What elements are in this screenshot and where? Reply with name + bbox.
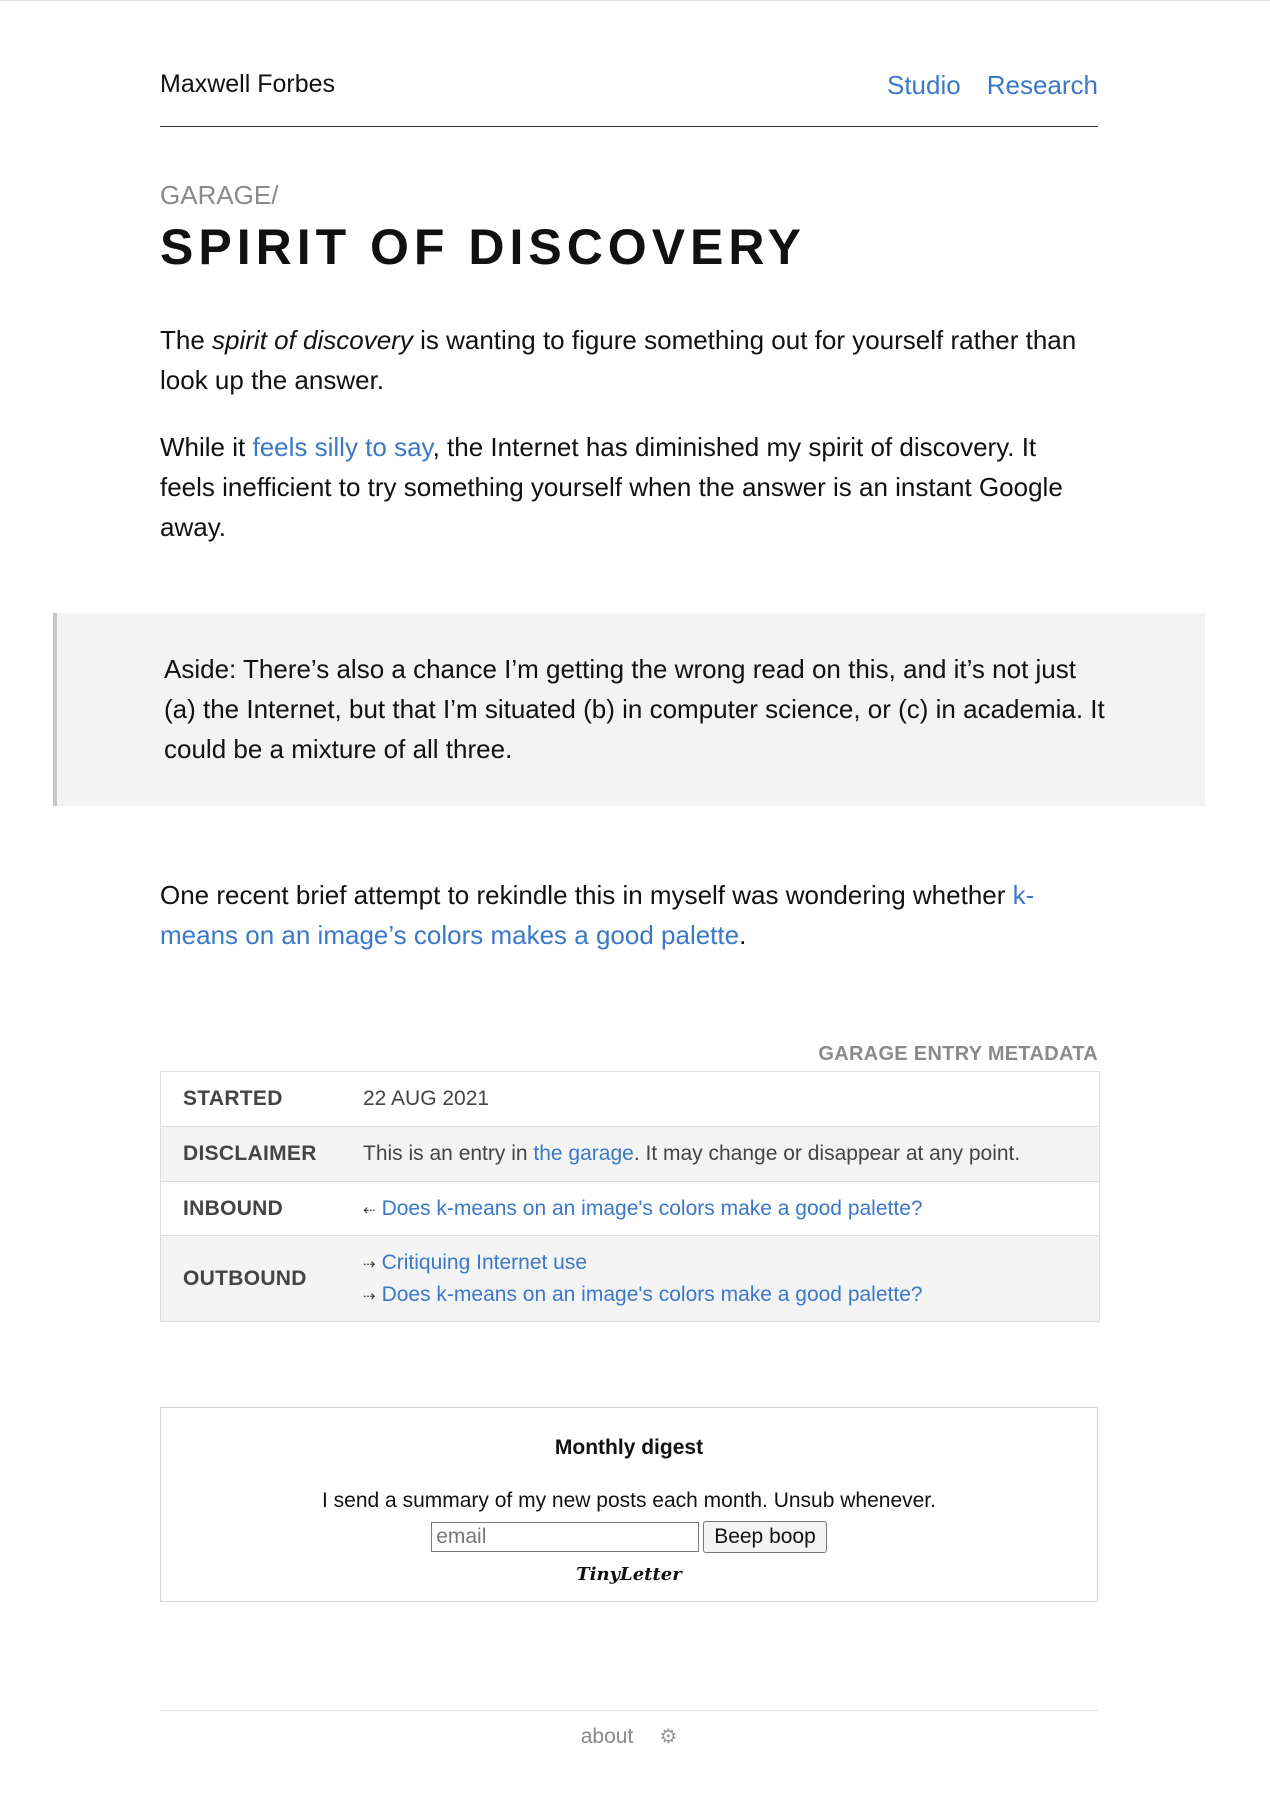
- aside-block: Aside: There’s also a chance I’m getting…: [53, 613, 1205, 806]
- feels-silly-link[interactable]: feels silly to say: [252, 432, 432, 462]
- metadata-caption: GARAGE ENTRY METADATA: [818, 1043, 1098, 1065]
- metadata-row-disclaimer: DISCLAIMER This is an entry in the garag…: [161, 1126, 1099, 1181]
- metadata-value: 22 AUG 2021: [363, 1087, 490, 1110]
- site-header: Maxwell Forbes Studio Research: [160, 68, 1098, 127]
- gear-icon[interactable]: ⚙: [659, 1726, 677, 1748]
- digest-title: Monthly digest: [554, 1436, 704, 1459]
- email-input[interactable]: [431, 1522, 700, 1552]
- outbound-link[interactable]: Critiquing Internet use: [382, 1251, 587, 1274]
- outbound-link[interactable]: Does k-means on an image's colors make a…: [382, 1283, 923, 1306]
- nav-studio-link[interactable]: Studio: [887, 70, 961, 100]
- footer: about ⚙: [160, 1710, 1098, 1761]
- top-border: [0, 0, 1270, 1]
- subscribe-button[interactable]: Beep boop: [703, 1521, 827, 1553]
- digest-description: I send a summary of my new posts each mo…: [322, 1489, 936, 1512]
- metadata-key: OUTBOUND: [183, 1267, 307, 1290]
- metadata-key: INBOUND: [183, 1197, 284, 1220]
- metadata-table: STARTED 22 AUG 2021 DISCLAIMER This is a…: [160, 1071, 1100, 1322]
- footer-links: about ⚙: [160, 1711, 1098, 1749]
- metadata-row-started: STARTED 22 AUG 2021: [161, 1072, 1099, 1126]
- metadata-value: ⇢ Critiquing Internet use: [363, 1251, 587, 1275]
- paragraph-intro: The spirit of discovery is wanting to fi…: [160, 320, 1098, 400]
- page-title: SPIRIT OF DISCOVERY: [160, 219, 807, 275]
- metadata-value: This is an entry in the garage. It may c…: [363, 1142, 1020, 1166]
- paragraph-text: While it: [160, 432, 253, 462]
- metadata-row-inbound: INBOUND ⇠ Does k-means on an image's colo…: [161, 1181, 1099, 1235]
- top-nav: Studio Research: [861, 70, 1098, 101]
- metadata-key: DISCLAIMER: [183, 1142, 317, 1165]
- nav-research-link[interactable]: Research: [987, 70, 1098, 100]
- paragraph-kmeans: One recent brief attempt to rekindle thi…: [160, 875, 1098, 955]
- metadata-value: ⇢ Does k-means on an image's colors make …: [363, 1283, 923, 1307]
- disclaimer-text: . It may change or disappear at any poin…: [633, 1142, 1021, 1165]
- the-garage-link[interactable]: the garage: [533, 1142, 633, 1165]
- inbound-arrow-icon: ⇠: [363, 1202, 376, 1219]
- paragraph-text: .: [739, 920, 747, 950]
- inbound-link[interactable]: Does k-means on an image's colors make a…: [382, 1197, 923, 1220]
- metadata-key: STARTED: [183, 1087, 283, 1110]
- site-name-link[interactable]: Maxwell Forbes: [160, 70, 335, 99]
- paragraph-internet: While it feels silly to say, the Interne…: [160, 427, 1098, 547]
- paragraph-text: One recent brief attempt to rekindle thi…: [160, 880, 1013, 910]
- breadcrumb[interactable]: GARAGE/: [160, 180, 1098, 211]
- subscribe-form: Beep boop: [161, 1521, 1097, 1553]
- tinyletter-logo[interactable]: TinyLetter: [161, 1564, 1097, 1585]
- newsletter-box: Monthly digest I send a summary of my ne…: [160, 1407, 1098, 1602]
- paragraph-text: The: [160, 325, 213, 355]
- outbound-arrow-icon: ⇢: [363, 1256, 376, 1273]
- emphasis-text: spirit of discovery: [212, 325, 413, 355]
- aside-text: Aside: There’s also a chance I’m getting…: [164, 654, 1105, 764]
- disclaimer-text: This is an entry in: [363, 1142, 534, 1165]
- about-link[interactable]: about: [581, 1725, 634, 1748]
- metadata-row-outbound: OUTBOUND ⇢ Critiquing Internet use ⇢ Does …: [161, 1235, 1099, 1321]
- metadata-value: ⇠ Does k-means on an image's colors make …: [363, 1197, 923, 1221]
- outbound-arrow-icon: ⇢: [363, 1288, 376, 1305]
